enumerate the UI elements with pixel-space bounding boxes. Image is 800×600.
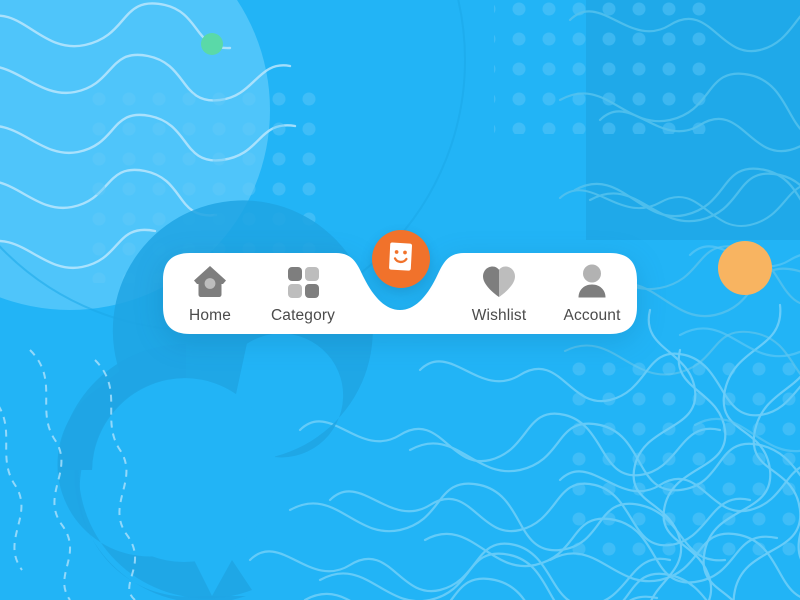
nav-label-account: Account: [563, 307, 621, 324]
nav-label-wishlist: Wishlist: [471, 307, 527, 324]
green-dot-decoration: [201, 33, 223, 55]
orange-dot-decoration: [718, 241, 772, 295]
fab-shop-button[interactable]: [372, 230, 430, 288]
nav-label-category: Category: [270, 307, 336, 324]
person-icon: [544, 261, 640, 301]
dot-grid-bottom-right: [556, 362, 800, 557]
grid-icon: [255, 261, 351, 301]
app-canvas: Home Category Wishlist Account: [0, 0, 800, 600]
nav-item-category[interactable]: Category: [255, 261, 351, 324]
nav-item-home[interactable]: Home: [162, 261, 258, 324]
nav-label-home: Home: [189, 307, 231, 324]
home-icon: [162, 261, 258, 301]
smiling-shopping-bag-icon: [386, 241, 416, 278]
heart-icon: [451, 261, 547, 301]
nav-item-account[interactable]: Account: [544, 261, 640, 324]
dot-grid-top-right: [494, 0, 709, 134]
nav-item-wishlist[interactable]: Wishlist: [451, 261, 547, 324]
